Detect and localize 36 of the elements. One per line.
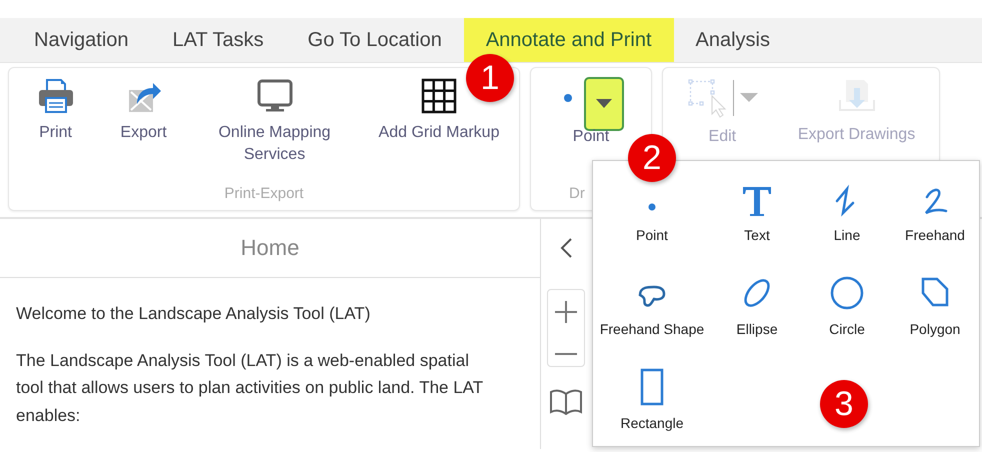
- draw-tool-item[interactable]: Polygon: [891, 273, 979, 367]
- button-label[interactable]: Print: [39, 122, 72, 144]
- number-callout: 2: [628, 134, 676, 182]
- draw-tool-item[interactable]: Rectangle: [593, 367, 711, 452]
- zoom-in-icon[interactable]: [554, 300, 578, 324]
- grid-icon[interactable]: [420, 78, 458, 114]
- group-label: Dr: [569, 185, 585, 204]
- button-label[interactable]: Online Mapping Services: [204, 122, 345, 167]
- button-label[interactable]: Point: [572, 126, 610, 148]
- paragraph: Welcome to the Landscape Analysis Tool (LAT): [16, 303, 372, 325]
- ribbon-tab[interactable]: Go To Location: [286, 18, 464, 62]
- draw-tool-item[interactable]: Text: [711, 179, 803, 273]
- zoom-out-icon[interactable]: [554, 352, 578, 356]
- button-label[interactable]: Add Grid Markup: [378, 122, 500, 144]
- draw-tool-item[interactable]: Ellipse: [711, 273, 803, 367]
- monitor-icon[interactable]: [256, 78, 294, 114]
- draw-tool-item[interactable]: Circle: [803, 273, 891, 367]
- draw-tool-item[interactable]: Point: [593, 179, 711, 273]
- draw-tool-item[interactable]: Freehand: [891, 179, 979, 273]
- ribbon-tab[interactable]: Navigation: [12, 18, 151, 62]
- draw-tool-item[interactable]: Line: [803, 179, 891, 273]
- paragraph: The Landscape Analysis Tool (LAT) is a web-enabled spatial tool that allows users to plan activities on public land. The LAT enables:: [16, 350, 484, 427]
- button-label[interactable]: Export: [120, 122, 167, 144]
- ribbon-tab[interactable]: Analysis: [674, 18, 792, 62]
- printer-icon[interactable]: [36, 78, 75, 114]
- chevron-left-icon[interactable]: [559, 237, 573, 259]
- number-callout: 1: [466, 54, 514, 102]
- group-label: Print-Export: [224, 185, 304, 204]
- ribbon-tab[interactable]: Annotate and Print: [464, 18, 674, 62]
- book-icon[interactable]: [549, 389, 583, 415]
- draw-tool-item[interactable]: Freehand Shape: [593, 273, 711, 367]
- point-tool-icon: [648, 203, 656, 211]
- caret-icon: [596, 99, 612, 109]
- panel-title: Home: [0, 219, 540, 278]
- dropdown-button[interactable]: [584, 77, 624, 131]
- ribbon-tab[interactable]: LAT Tasks: [150, 18, 286, 62]
